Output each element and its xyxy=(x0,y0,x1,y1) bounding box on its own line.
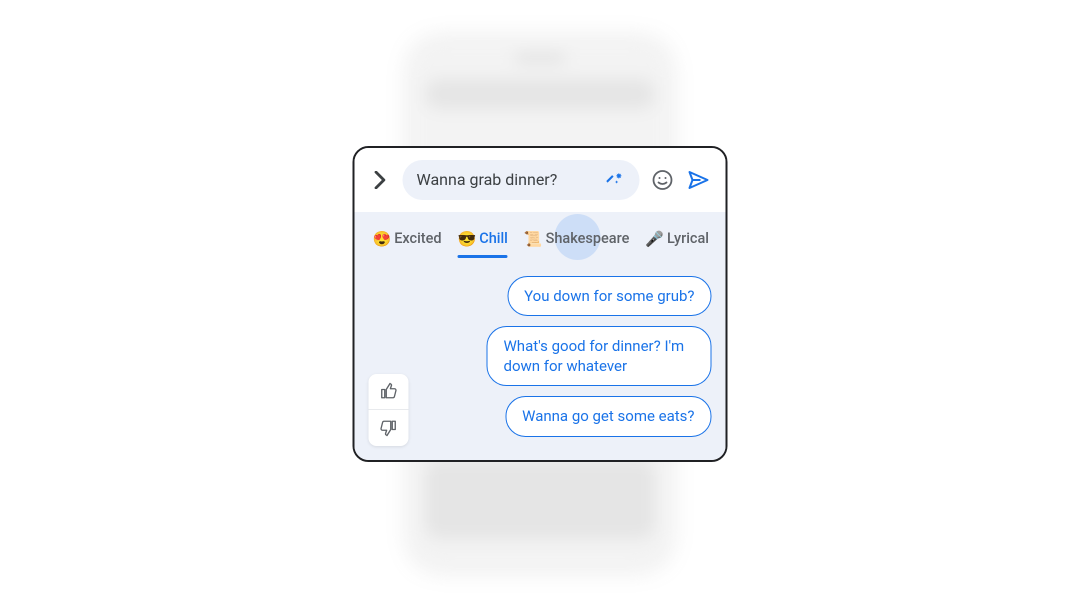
message-input-pill[interactable]: Wanna grab dinner? xyxy=(403,160,640,200)
thumbs-up-icon xyxy=(380,382,398,400)
suggestions-container: You down for some grub? What's good for … xyxy=(355,260,726,460)
thumbs-up-button[interactable] xyxy=(369,374,409,410)
magic-wand-button[interactable] xyxy=(606,170,626,190)
tone-tabs: 😍 Excited 😎 Chill 📜 Shakespeare 🎤 Lyrica… xyxy=(355,212,726,260)
tab-excited[interactable]: 😍 Excited xyxy=(365,226,450,252)
thumbs-down-button[interactable] xyxy=(369,410,409,446)
emoji-icon xyxy=(651,168,675,192)
thumbs-down-icon xyxy=(380,419,398,437)
tab-label: Chill xyxy=(479,230,508,247)
feedback-buttons xyxy=(369,374,409,446)
send-icon xyxy=(687,168,711,192)
magic-wand-icon xyxy=(607,171,625,189)
chevron-right-icon xyxy=(375,171,387,189)
tab-label: Lyrical xyxy=(667,230,709,247)
suggestion-item[interactable]: Wanna go get some eats? xyxy=(505,396,711,436)
tab-chill[interactable]: 😎 Chill xyxy=(450,226,516,252)
tab-label: Shakespeare xyxy=(546,230,630,247)
message-input-text: Wanna grab dinner? xyxy=(417,170,598,189)
tab-lyrical[interactable]: 🎤 Lyrical xyxy=(637,226,717,252)
heart-eyes-emoji-icon: 😍 xyxy=(373,230,392,248)
suggestion-item[interactable]: What's good for dinner? I'm down for wha… xyxy=(487,326,712,387)
input-row: Wanna grab dinner? xyxy=(355,148,726,212)
suggestion-area: 😍 Excited 😎 Chill 📜 Shakespeare 🎤 Lyrica… xyxy=(355,212,726,460)
magic-compose-card: Wanna grab dinner? xyxy=(353,146,728,462)
tab-label: Excited xyxy=(394,230,441,247)
emoji-button[interactable] xyxy=(650,167,676,193)
tab-shakespeare[interactable]: 📜 Shakespeare xyxy=(516,226,637,252)
send-button[interactable] xyxy=(686,167,712,193)
suggestion-item[interactable]: You down for some grub? xyxy=(507,276,711,316)
microphone-emoji-icon: 🎤 xyxy=(645,230,664,248)
chevron-right-button[interactable] xyxy=(369,168,393,192)
scroll-emoji-icon: 📜 xyxy=(524,230,543,248)
suggestions-list: You down for some grub? What's good for … xyxy=(369,276,712,437)
sunglasses-emoji-icon: 😎 xyxy=(458,230,477,248)
